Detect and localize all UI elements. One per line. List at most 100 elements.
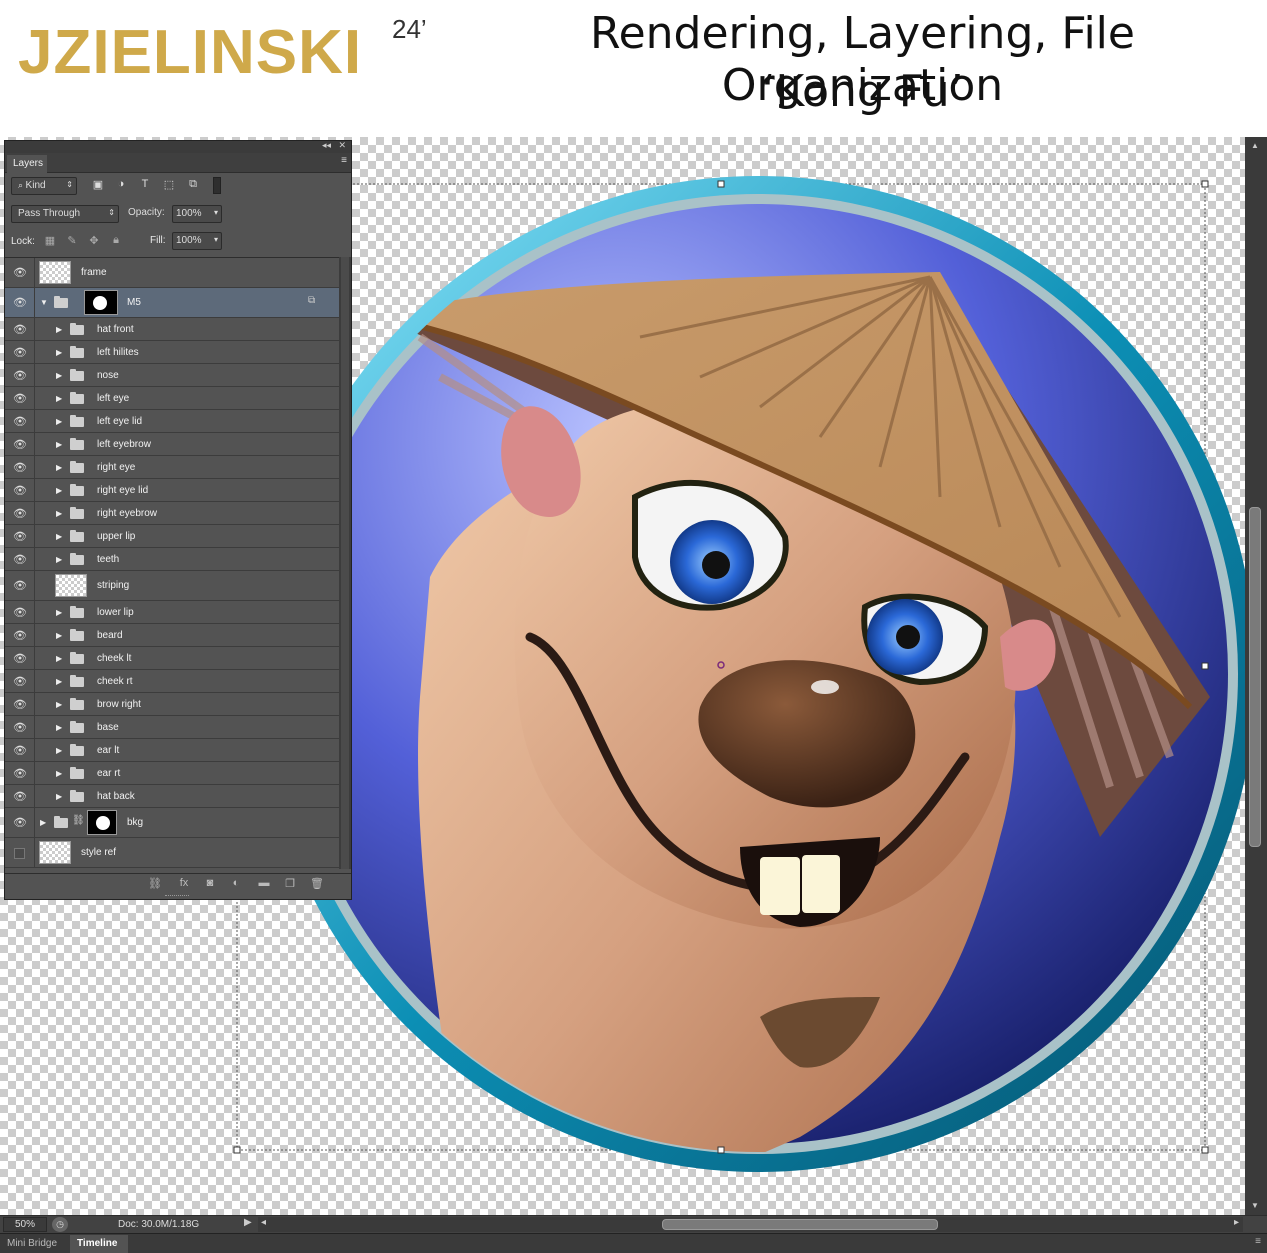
visibility-toggle[interactable]: 👁︎	[5, 716, 35, 738]
expand-triangle-icon[interactable]: ▶	[56, 417, 62, 426]
expand-triangle-icon[interactable]: ▶	[56, 348, 62, 357]
tab-layers[interactable]: Layers	[7, 155, 47, 173]
panel-menu-icon[interactable]: ≡	[1255, 1236, 1261, 1247]
layer-row[interactable]: 👁︎ ▶ ear lt	[5, 739, 339, 762]
layer-row[interactable]: 👁︎ ▶ right eye	[5, 456, 339, 479]
fill-field[interactable]: 100% ▾	[172, 232, 222, 250]
status-menu-icon[interactable]: ▶	[244, 1217, 252, 1228]
expand-triangle-icon[interactable]: ▶	[56, 677, 62, 686]
expand-triangle-icon[interactable]: ▶	[56, 532, 62, 541]
visibility-toggle[interactable]: 👁︎	[5, 479, 35, 501]
layer-row[interactable]: 👁︎ ▶ lower lip	[5, 601, 339, 624]
collapse-triangle-icon[interactable]: ▼	[40, 298, 48, 307]
layer-row[interactable]: 👁︎ ▶ cheek rt	[5, 670, 339, 693]
link-layers-icon[interactable]: ⛓	[146, 877, 164, 893]
lock-all-icon[interactable]: 🔒︎	[109, 234, 123, 248]
expand-triangle-icon[interactable]: ▶	[56, 440, 62, 449]
visibility-toggle[interactable]: 👁︎	[5, 739, 35, 761]
expand-triangle-icon[interactable]: ▶	[56, 700, 62, 709]
zoom-field[interactable]: 50%	[3, 1217, 47, 1232]
collapse-panel-icon[interactable]: ◂◂	[322, 140, 331, 151]
visibility-toggle[interactable]: 👁︎	[5, 456, 35, 478]
visibility-toggle[interactable]: 👁︎	[5, 647, 35, 669]
scroll-down-icon[interactable]: ▼	[1251, 1201, 1259, 1210]
layers-scroll-thumb[interactable]	[341, 257, 349, 869]
adjustment-filter-icon[interactable]: ◑	[113, 178, 129, 194]
scroll-left-icon[interactable]: ◂	[261, 1217, 266, 1228]
visibility-toggle[interactable]: 👁︎	[5, 341, 35, 363]
adjustment-layer-icon[interactable]: ◐	[227, 877, 245, 893]
layer-row[interactable]: 👁︎ ▶ left eye	[5, 387, 339, 410]
visibility-toggle[interactable]: 👁︎	[5, 258, 35, 287]
visibility-toggle[interactable]: 👁︎	[5, 808, 35, 837]
group-options-icon[interactable]: ⧉	[308, 295, 315, 306]
add-mask-icon[interactable]: ◙	[201, 877, 219, 893]
expand-triangle-icon[interactable]: ▶	[56, 555, 62, 564]
layer-thumbnail[interactable]	[55, 574, 87, 597]
layer-mask-thumbnail[interactable]	[87, 810, 117, 835]
expand-triangle-icon[interactable]: ▶	[56, 723, 62, 732]
type-filter-icon[interactable]: T	[137, 178, 153, 194]
layer-row[interactable]: 👁︎ ▶ beard	[5, 624, 339, 647]
horizontal-scrollbar[interactable]: ◂ ▸	[258, 1217, 1243, 1232]
visibility-toggle[interactable]: 👁︎	[5, 288, 35, 317]
visibility-toggle[interactable]: 👁︎	[5, 670, 35, 692]
layer-row[interactable]: style ref	[5, 838, 339, 868]
layer-row[interactable]: 👁︎ ▶ hat back	[5, 785, 339, 808]
panel-resize-grip[interactable]	[165, 895, 189, 898]
smart-object-filter-icon[interactable]: ⧉	[185, 178, 201, 194]
layer-row[interactable]: 👁︎ ▶ hat front	[5, 318, 339, 341]
layer-row[interactable]: 👁︎ ▶ cheek lt	[5, 647, 339, 670]
layer-row[interactable]: 👁︎ ▶ ⛓ bkg	[5, 808, 339, 838]
filter-toggle[interactable]	[213, 177, 221, 194]
layers-scrollbar[interactable]	[339, 257, 351, 869]
expand-triangle-icon[interactable]: ▶	[56, 608, 62, 617]
pixel-filter-icon[interactable]: ▣	[90, 178, 106, 194]
panel-menu-icon[interactable]: ≡	[341, 155, 347, 166]
fx-icon[interactable]: fx	[175, 877, 193, 893]
layer-row[interactable]: 👁︎ ▶ base	[5, 716, 339, 739]
visibility-toggle[interactable]: 👁︎	[5, 410, 35, 432]
visibility-toggle[interactable]: 👁︎	[5, 502, 35, 524]
expand-triangle-icon[interactable]: ▶	[56, 325, 62, 334]
layer-thumbnail[interactable]	[39, 261, 71, 284]
new-layer-icon[interactable]: ❐	[281, 877, 299, 893]
vertical-scroll-thumb[interactable]	[1249, 507, 1261, 847]
layer-row[interactable]: 👁︎ ▶ right eyebrow	[5, 502, 339, 525]
expand-triangle-icon[interactable]: ▶	[56, 463, 62, 472]
visibility-toggle[interactable]: 👁︎	[5, 624, 35, 646]
expand-triangle-icon[interactable]: ▶	[56, 631, 62, 640]
shape-filter-icon[interactable]: ⬚	[161, 178, 177, 194]
visibility-toggle[interactable]: 👁︎	[5, 693, 35, 715]
visibility-toggle[interactable]: 👁︎	[5, 601, 35, 623]
opacity-field[interactable]: 100% ▾	[172, 205, 222, 223]
layer-mask-thumbnail[interactable]	[84, 290, 118, 315]
visibility-toggle[interactable]: 👁︎	[5, 318, 35, 340]
close-panel-icon[interactable]: ✕	[338, 140, 346, 151]
visibility-toggle[interactable]: 👁︎	[5, 785, 35, 807]
layer-row[interactable]: 👁︎ ▶ left eye lid	[5, 410, 339, 433]
layer-row[interactable]: 👁︎ frame	[5, 258, 339, 288]
layer-row[interactable]: 👁︎ ▶ left eyebrow	[5, 433, 339, 456]
scroll-right-icon[interactable]: ▸	[1234, 1217, 1239, 1228]
tab-timeline[interactable]: Timeline	[70, 1235, 128, 1253]
expand-triangle-icon[interactable]: ▶	[56, 654, 62, 663]
expand-triangle-icon[interactable]: ▶	[56, 746, 62, 755]
layer-row[interactable]: 👁︎ ▶ right eye lid	[5, 479, 339, 502]
expand-triangle-icon[interactable]: ▶	[56, 509, 62, 518]
visibility-toggle[interactable]	[5, 838, 35, 867]
link-icon[interactable]: ⛓	[72, 815, 85, 826]
lock-pixels-icon[interactable]: ✎	[65, 234, 79, 248]
tab-mini-bridge[interactable]: Mini Bridge	[0, 1235, 70, 1253]
layer-row[interactable]: 👁︎ ▶ left hilites	[5, 341, 339, 364]
layer-row[interactable]: 👁︎ ▶ teeth	[5, 548, 339, 571]
scroll-up-icon[interactable]: ▲	[1251, 141, 1259, 150]
expand-triangle-icon[interactable]: ▶	[56, 792, 62, 801]
layer-row[interactable]: 👁︎ striping	[5, 571, 339, 601]
expand-triangle-icon[interactable]: ▶	[56, 394, 62, 403]
layer-row[interactable]: 👁︎ ▶ nose	[5, 364, 339, 387]
visibility-toggle[interactable]: 👁︎	[5, 548, 35, 570]
layer-row[interactable]: 👁︎ ▶ ear rt	[5, 762, 339, 785]
filter-kind-select[interactable]: ⌕ Kind ⇕	[11, 177, 77, 195]
blend-mode-select[interactable]: Pass Through ⇕	[11, 205, 119, 223]
